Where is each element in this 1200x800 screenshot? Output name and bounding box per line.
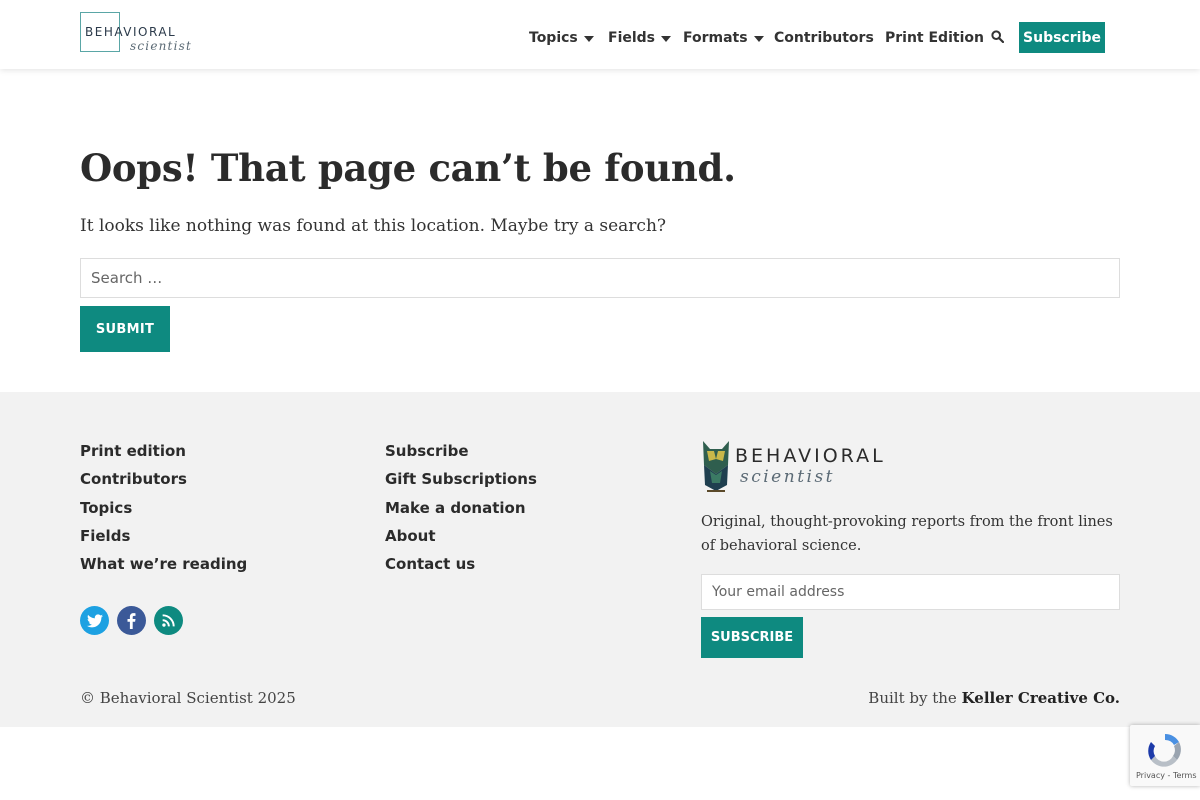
- nav-fields-label: Fields: [608, 30, 656, 46]
- nav-print-edition[interactable]: Print Edition: [885, 27, 984, 49]
- footer-link-subscribe[interactable]: Subscribe: [385, 441, 537, 469]
- footer-brand-logo: BEHAVIORAL scientist: [701, 439, 901, 495]
- built-by-prefix: Built by the: [868, 689, 962, 707]
- owl-icon: [703, 441, 729, 492]
- footer-link-what-were-reading[interactable]: What we’re reading: [80, 554, 247, 582]
- built-by: Built by the Keller Creative Co.: [868, 689, 1120, 707]
- chevron-down-icon: [583, 35, 594, 42]
- nav-formats[interactable]: Formats: [683, 27, 764, 49]
- footer-links-col1: Print edition Contributors Topics Fields…: [80, 441, 247, 582]
- recaptcha-badge[interactable]: Privacy - Terms: [1130, 725, 1200, 786]
- footer-tagline: Original, thought-provoking reports from…: [701, 514, 1113, 554]
- site-logo[interactable]: BEHAVIORAL scientist: [80, 12, 195, 54]
- recaptcha-icon: [1148, 733, 1181, 767]
- footer-link-make-donation[interactable]: Make a donation: [385, 498, 537, 526]
- email-field[interactable]: Your email address: [701, 574, 1120, 610]
- copyright: © Behavioral Scientist 2025: [80, 689, 296, 707]
- footer-link-topics[interactable]: Topics: [80, 498, 247, 526]
- footer-links-col2: Subscribe Gift Subscriptions Make a dona…: [385, 441, 537, 582]
- footer-link-about[interactable]: About: [385, 526, 537, 554]
- chevron-down-icon: [753, 35, 764, 42]
- nav-topics-label: Topics: [529, 30, 578, 46]
- rss-icon[interactable]: [154, 606, 183, 635]
- not-found-message: It looks like nothing was found at this …: [80, 216, 667, 236]
- nav-contributors-label: Contributors: [774, 30, 874, 46]
- facebook-icon[interactable]: [117, 606, 146, 635]
- nav-topics[interactable]: Topics: [529, 27, 594, 49]
- chevron-down-icon: [661, 35, 672, 42]
- footer-link-fields[interactable]: Fields: [80, 526, 247, 554]
- brand-line1: BEHAVIORAL: [735, 445, 886, 467]
- brand-line2: scientist: [740, 467, 836, 487]
- submit-button[interactable]: SUBMIT: [80, 306, 170, 352]
- header-subscribe-button[interactable]: Subscribe: [1019, 22, 1105, 53]
- social-links: [80, 606, 183, 635]
- logo-line1: BEHAVIORAL: [85, 25, 177, 39]
- logo-line2: scientist: [130, 39, 192, 53]
- nav-formats-label: Formats: [683, 30, 748, 46]
- nav-contributors[interactable]: Contributors: [774, 27, 874, 49]
- footer-link-gift-subscriptions[interactable]: Gift Subscriptions: [385, 469, 537, 497]
- search-input[interactable]: Search …: [80, 258, 1120, 298]
- footer-link-contributors[interactable]: Contributors: [80, 469, 247, 497]
- recaptcha-text: Privacy - Terms: [1136, 771, 1197, 780]
- search-icon[interactable]: [991, 30, 1004, 43]
- built-by-link[interactable]: Keller Creative Co.: [962, 689, 1120, 707]
- site-footer: Print edition Contributors Topics Fields…: [0, 392, 1200, 727]
- nav-print-edition-label: Print Edition: [885, 30, 984, 46]
- nav-fields[interactable]: Fields: [608, 27, 672, 49]
- page-title: Oops! That page can’t be found.: [80, 146, 736, 190]
- twitter-icon[interactable]: [80, 606, 109, 635]
- footer-subscribe-button[interactable]: SUBSCRIBE: [701, 617, 803, 658]
- footer-link-print-edition[interactable]: Print edition: [80, 441, 247, 469]
- site-header: BEHAVIORAL scientist Topics Fields Forma…: [0, 0, 1200, 69]
- footer-link-contact-us[interactable]: Contact us: [385, 554, 537, 582]
